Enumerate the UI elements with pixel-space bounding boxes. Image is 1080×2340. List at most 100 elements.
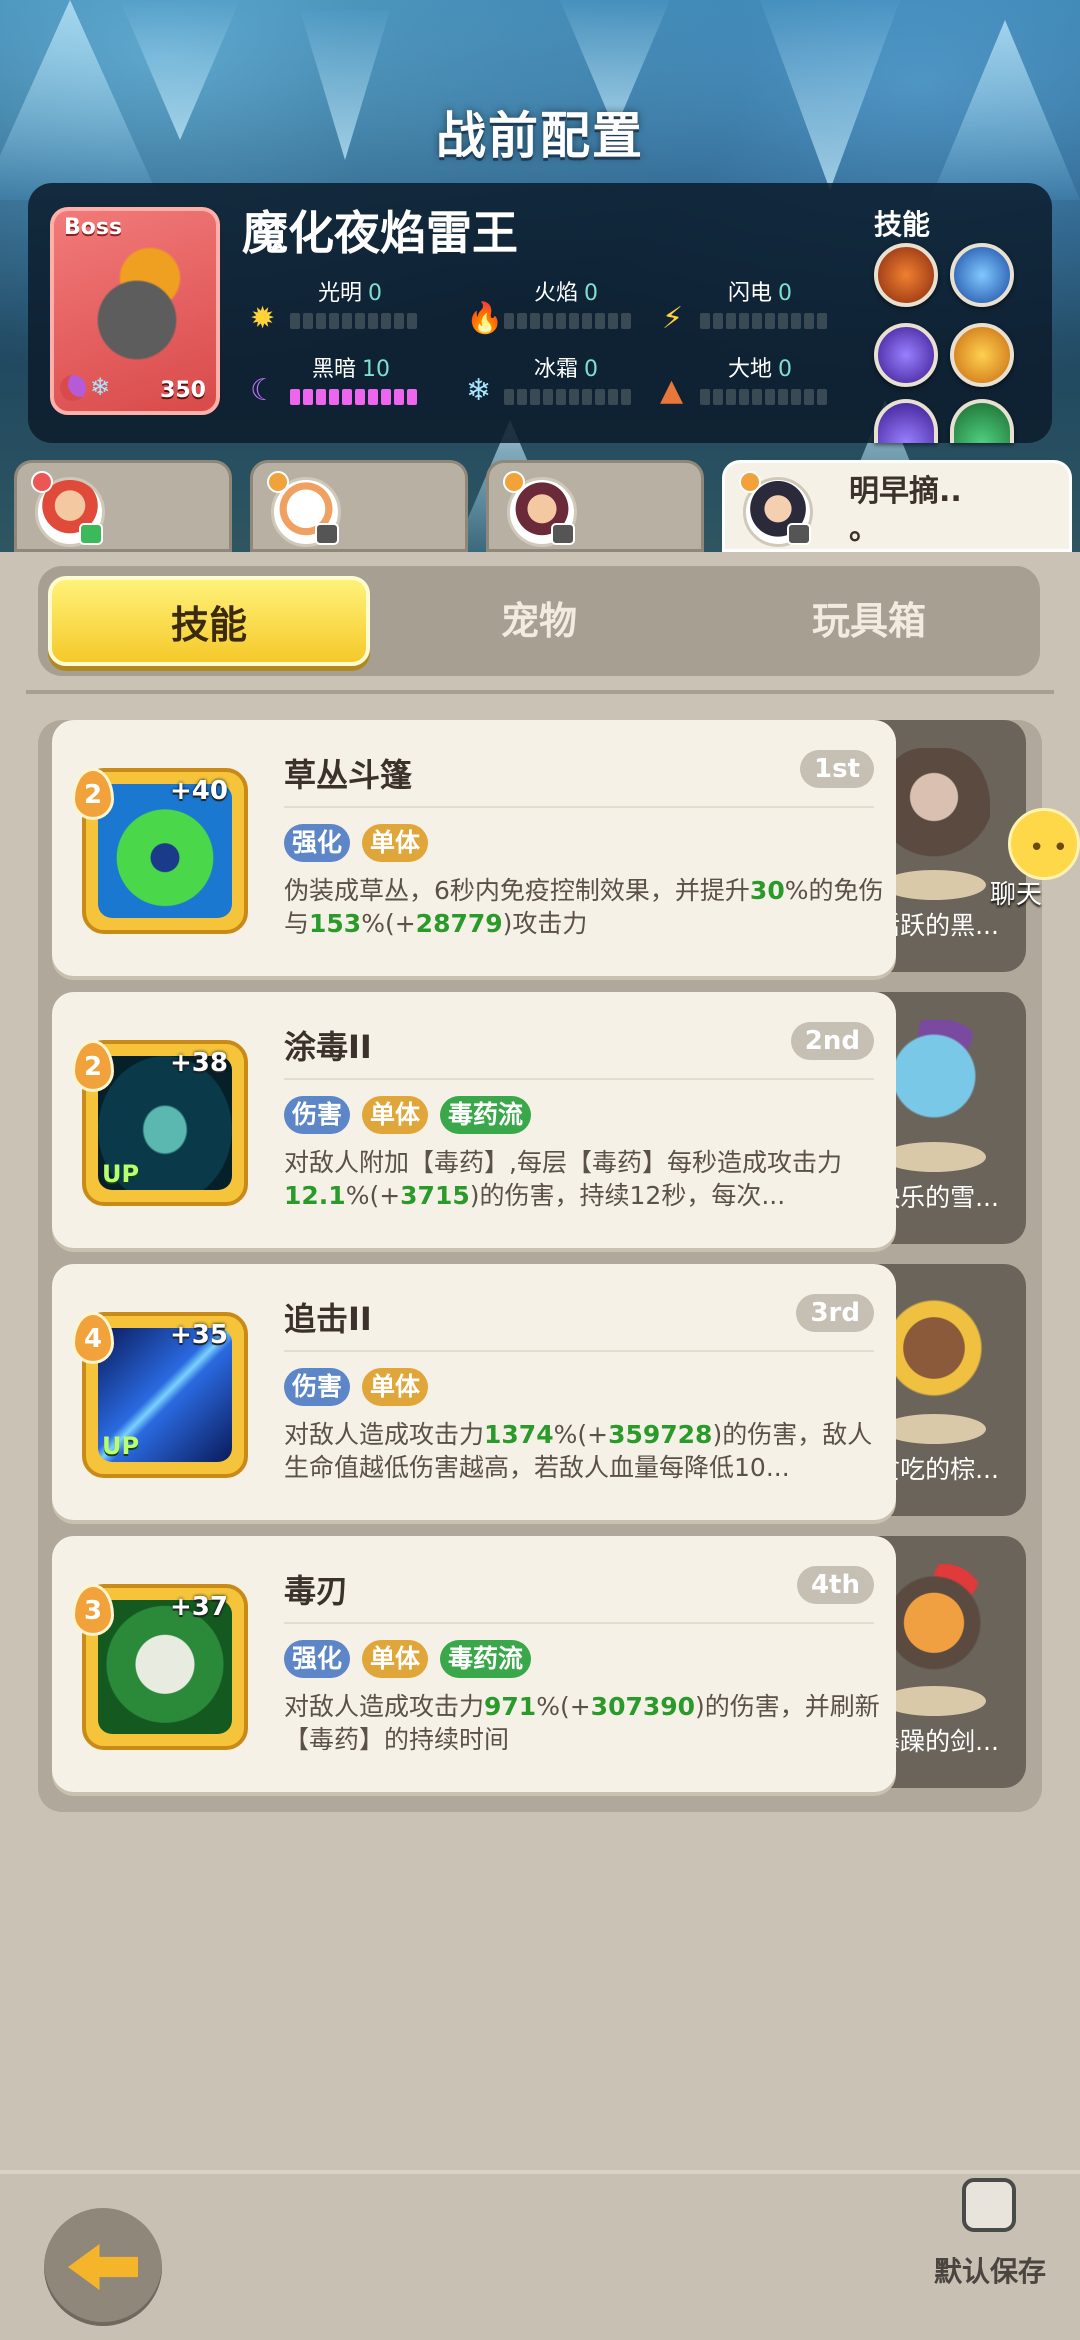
skill-title: 草丛斗篷	[284, 756, 413, 794]
element-fire-bar	[504, 313, 631, 329]
boss-skill-storm-icon[interactable]	[874, 323, 938, 387]
element-light-label: 光明 0	[318, 281, 383, 306]
default-save-label[interactable]: 默认保存	[934, 2250, 1046, 2290]
skill-tag: 单体	[362, 824, 429, 862]
skill-description: 伪装成草丛，6秒内免疫控制效果，并提升30%的免伤与153%(+28779)攻击…	[284, 876, 884, 938]
skill-tag: 伤害	[284, 1368, 351, 1406]
earth-element-icon: ▲	[660, 373, 684, 408]
skill-rank: 4th	[796, 1566, 874, 1604]
boss-skills-title: 技能	[874, 208, 931, 241]
boss-portrait[interactable]: Boss ❄ 350	[50, 207, 220, 415]
skill-upgrade-label: UP	[102, 1160, 140, 1188]
boss-tag: Boss	[64, 215, 123, 240]
skill-bonus: +35	[170, 1320, 228, 1350]
skill-bonus: +40	[170, 776, 228, 806]
pet-pedestal	[882, 1414, 986, 1444]
skill-card-4[interactable]: 3 +37 毒刃 4th 强化 单体 毒药流 对敌人造成攻击力971%(+307…	[52, 1536, 896, 1792]
element-lightning-label: 闪电 0	[728, 281, 793, 306]
skill-tag: 毒药流	[440, 1096, 532, 1134]
bottom-bar	[0, 2170, 1080, 2340]
skill-description: 对敌人附加【毒药】,每层【毒药】每秒造成攻击力12.1%(+3715)的伤害，持…	[284, 1148, 842, 1210]
element-frost-bar	[504, 389, 631, 405]
divider	[284, 806, 874, 808]
skill-title: 追击II	[284, 1300, 372, 1338]
hero-name: 明早摘.. 。	[849, 474, 962, 547]
frost-element-icon: ❄	[90, 373, 111, 401]
skill-description: 对敌人造成攻击力1374%(+359728)的伤害，敌人生命值越低伤害越高，若敌…	[284, 1420, 873, 1482]
skill-card-1[interactable]: 2 +40 草丛斗篷 1st 强化 单体 伪装成草丛，6秒内免疫控制效果，并提升…	[52, 720, 896, 976]
dark-element-icon: ☾	[250, 373, 277, 408]
boss-skill-fire-icon[interactable]	[874, 243, 938, 307]
skill-list: 活跃的黑... 2 +40 草丛斗篷 1st 强化 单体 伪装成草丛，6秒内免疫…	[38, 720, 1042, 1812]
hero-tab-1[interactable]	[14, 460, 232, 552]
hero-tab-2[interactable]	[250, 460, 468, 552]
skill-rank: 1st	[800, 750, 874, 788]
hero-tab-3[interactable]	[486, 460, 704, 552]
page-title: 战前配置	[436, 107, 644, 165]
skill-rank: 2nd	[790, 1022, 874, 1060]
skill-title: 涂毒II	[284, 1028, 372, 1066]
frost-element-icon: ❄	[466, 373, 492, 408]
boss-skill-partial-icon[interactable]	[874, 399, 938, 443]
default-save-checkbox[interactable]	[962, 2178, 1016, 2232]
skill-description: 对敌人造成攻击力971%(+307390)的伤害，并刷新【毒药】的持续时间	[284, 1692, 880, 1754]
tab-toybox[interactable]: 玩具箱	[708, 576, 1030, 666]
skill-tag: 强化	[284, 824, 351, 862]
main-panel: 技能 宠物 玩具箱 活跃的黑... 2 +40 草丛斗篷 1st 强化 单体 伪…	[0, 552, 1080, 2170]
element-badge-icon	[267, 471, 289, 493]
element-lightning-bar	[700, 313, 827, 329]
element-dark-bar	[290, 389, 417, 405]
element-badge-icon	[739, 471, 761, 493]
skill-card-3[interactable]: 4 +35 UP 追击II 3rd 伤害 单体 对敌人造成攻击力1374%(+3…	[52, 1264, 896, 1520]
element-fire-label: 火焰 0	[534, 281, 599, 306]
hero-tab-4[interactable]: 明早摘.. 。	[722, 460, 1072, 552]
element-badge-icon	[503, 471, 525, 493]
back-button[interactable]	[44, 2208, 162, 2326]
pet-pedestal	[882, 1686, 986, 1716]
skill-card-2[interactable]: 2 +38 UP 涂毒II 2nd 伤害 单体 毒药流 对敌人附加【毒药】,每层…	[52, 992, 896, 1248]
chat-button[interactable]: • •	[1008, 808, 1080, 880]
skill-tag: 单体	[362, 1368, 429, 1406]
hero-status-icon	[787, 523, 811, 545]
pet-pedestal	[882, 1142, 986, 1172]
skill-tag: 单体	[362, 1096, 429, 1134]
element-dark-label: 黑暗 10	[312, 357, 391, 382]
skill-rank: 3rd	[796, 1294, 874, 1332]
pet-pedestal	[882, 870, 986, 900]
element-earth-bar	[700, 389, 827, 405]
lightning-element-icon: ⚡	[662, 301, 684, 336]
smiley-icon: • •	[1029, 833, 1068, 863]
element-frost-label: 冰霜 0	[534, 357, 599, 382]
boss-name: 魔化夜焰雷王	[242, 206, 518, 260]
divider	[284, 1350, 874, 1352]
skill-bonus: +38	[170, 1048, 228, 1078]
hero-status-icon	[551, 523, 575, 545]
skill-title: 毒刃	[284, 1572, 349, 1610]
skill-tag: 毒药流	[440, 1640, 532, 1678]
boss-skill-crown-icon[interactable]	[950, 323, 1014, 387]
boss-skill-lightning-icon[interactable]	[950, 243, 1014, 307]
boss-panel: Boss ❄ 350 魔化夜焰雷王 ✹ 光明 0 🔥 火焰 0 ⚡ 闪电 0 ☾ 黑暗…	[28, 183, 1052, 443]
skill-tag: 伤害	[284, 1096, 351, 1134]
category-tabs: 技能 宠物 玩具箱	[38, 566, 1040, 676]
boss-level: 350	[160, 378, 206, 403]
hero-status-icon	[79, 523, 103, 545]
light-element-icon: ✹	[250, 301, 276, 336]
skill-tag: 单体	[362, 1640, 429, 1678]
element-badge-icon	[31, 471, 53, 493]
skill-tag: 强化	[284, 1640, 351, 1678]
skill-bonus: +37	[170, 1592, 228, 1622]
tab-skills[interactable]: 技能	[48, 576, 370, 666]
divider	[26, 690, 1054, 694]
hero-status-icon	[315, 523, 339, 545]
element-earth-label: 大地 0	[728, 357, 793, 382]
skill-upgrade-label: UP	[102, 1432, 140, 1460]
tab-pets[interactable]: 宠物	[378, 576, 700, 666]
back-arrow-icon	[68, 2244, 138, 2290]
dark-element-icon	[60, 375, 86, 401]
boss-skill-partial-icon[interactable]	[950, 399, 1014, 443]
chat-label[interactable]: 聊天	[990, 874, 1042, 911]
divider	[284, 1078, 874, 1080]
element-light-bar	[290, 313, 417, 329]
boss-image	[72, 243, 202, 383]
